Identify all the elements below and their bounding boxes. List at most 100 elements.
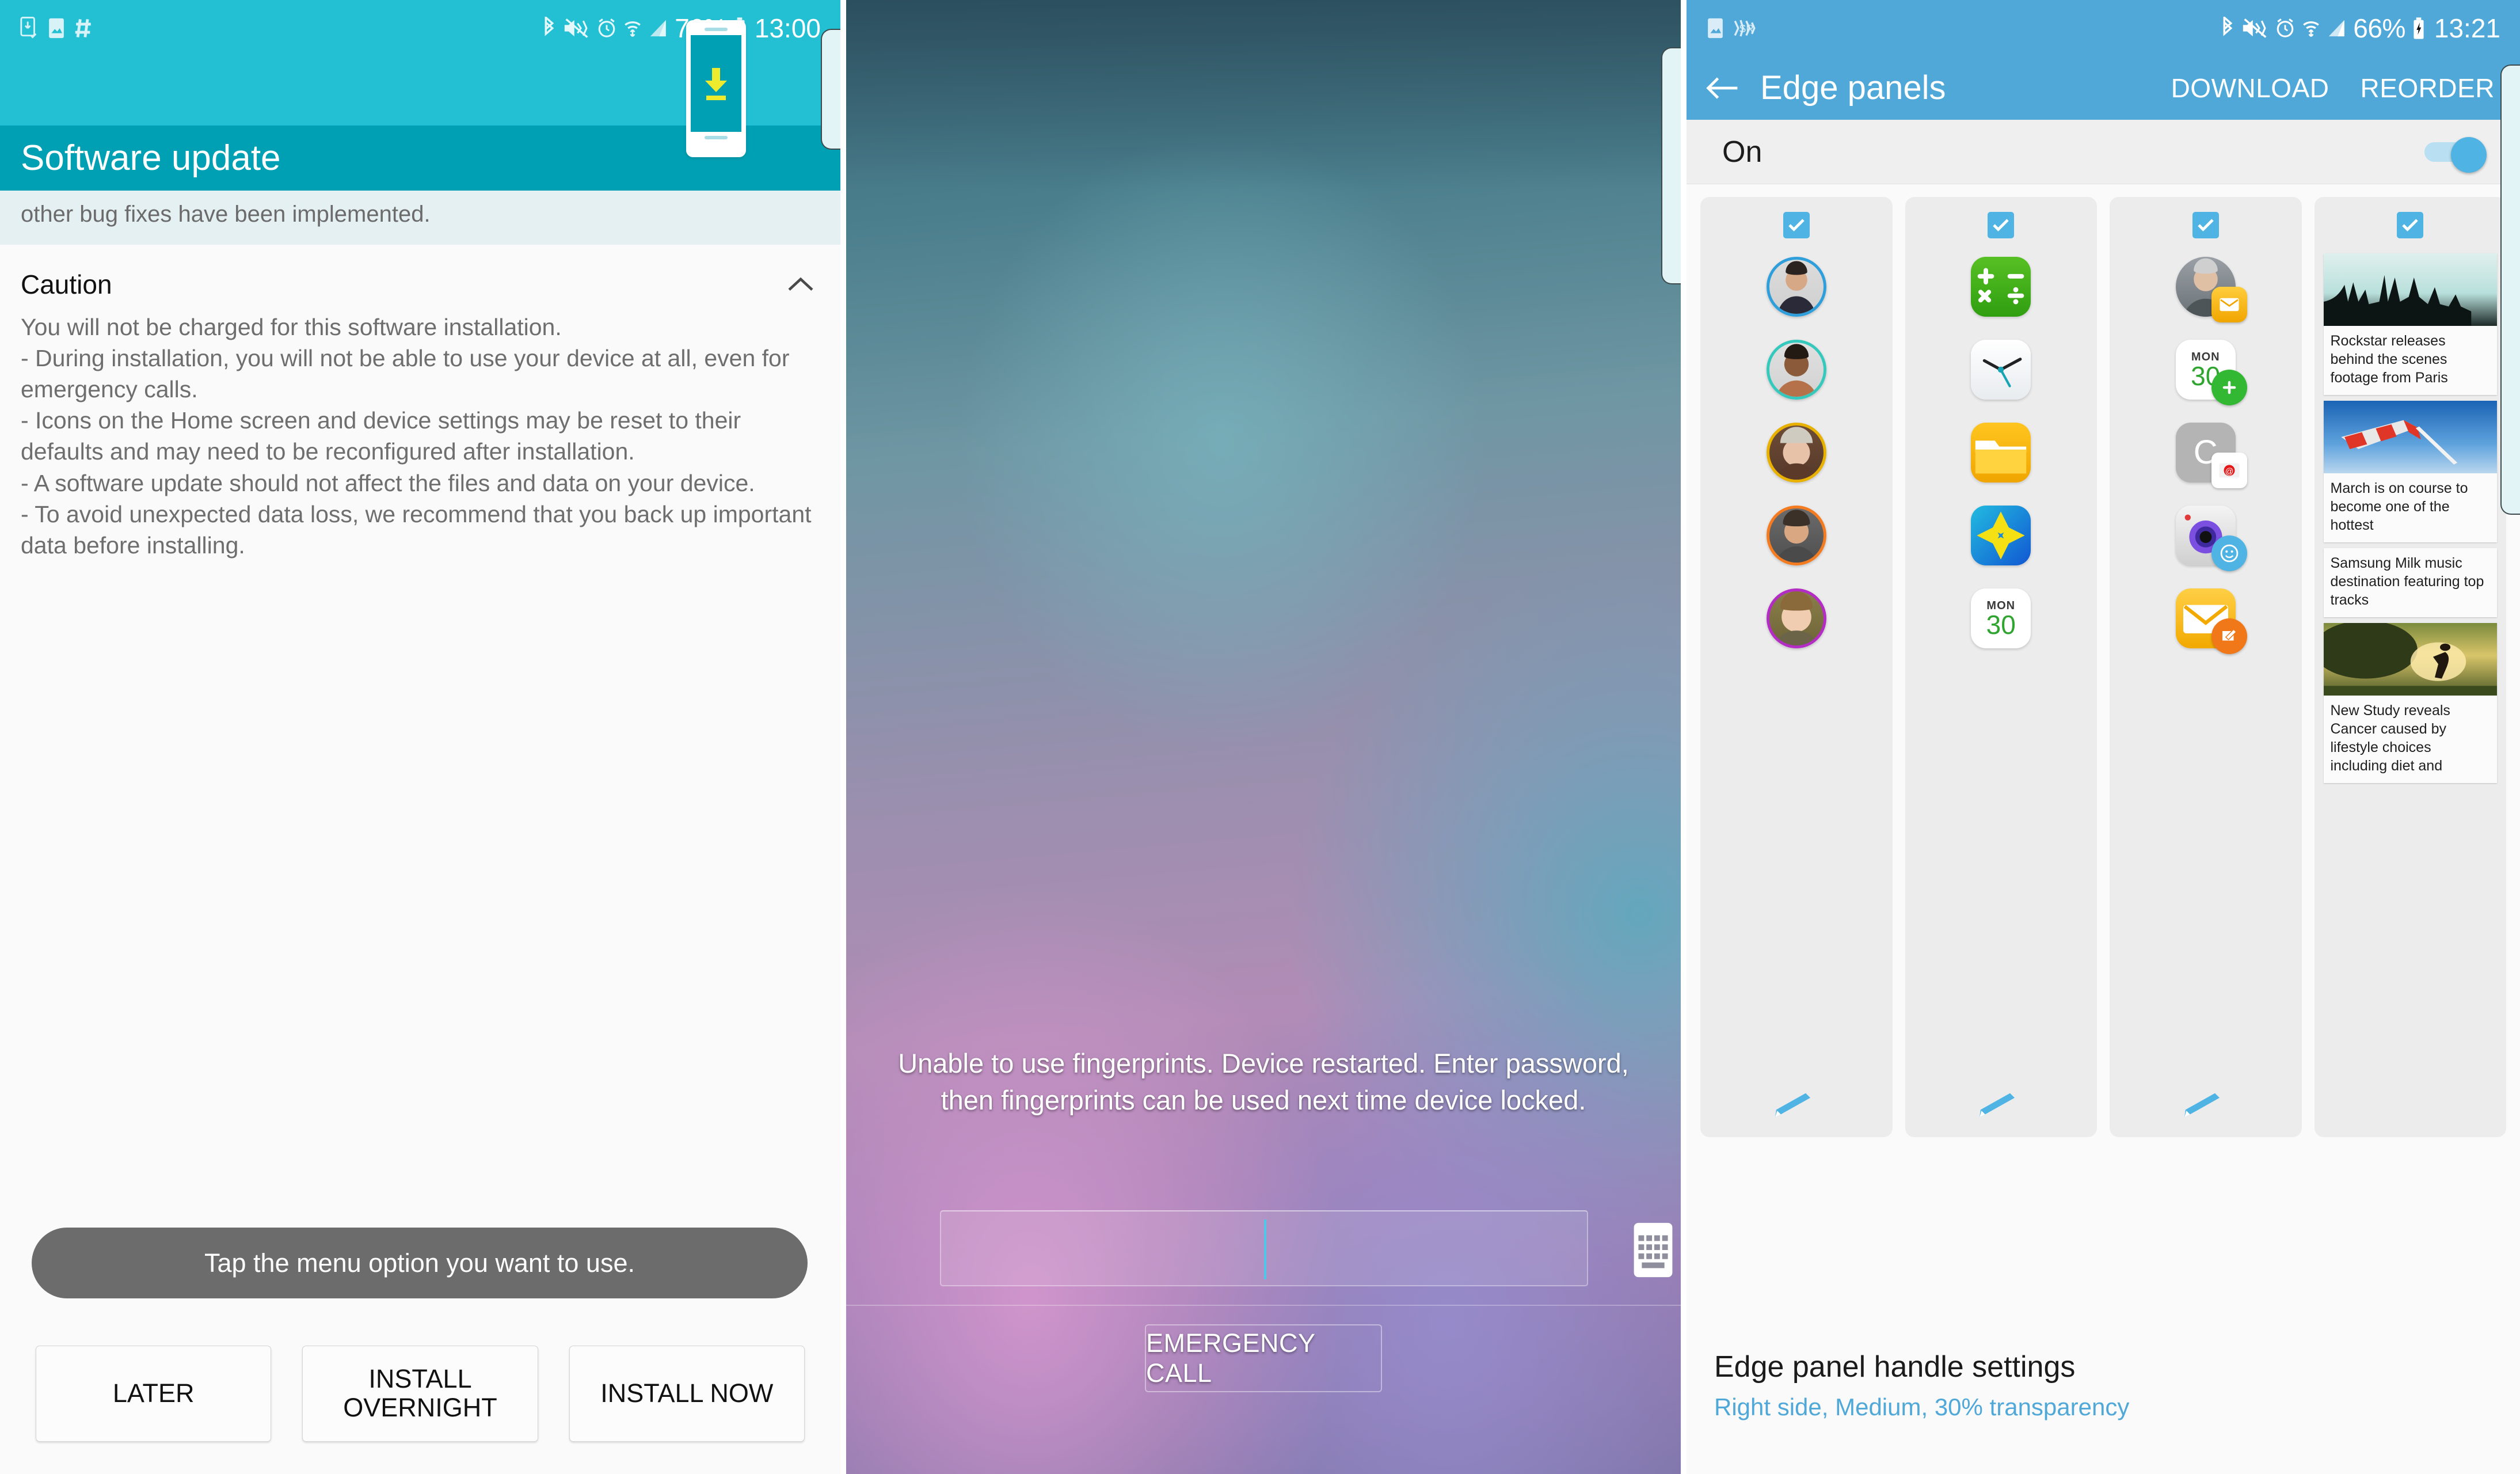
appbar-actions: DOWNLOAD REORDER xyxy=(2171,73,2500,104)
install-overnight-button[interactable]: INSTALL OVERNIGHT xyxy=(302,1345,538,1442)
download-arrow-icon xyxy=(705,68,727,101)
pencil-icon[interactable] xyxy=(1773,1091,1819,1121)
news-item[interactable]: New Study reveals Cancer caused by lifes… xyxy=(2323,623,2497,783)
text-caret xyxy=(1264,1220,1266,1279)
contact-avatar-4[interactable] xyxy=(1766,506,1826,565)
charging-battery-icon xyxy=(2414,17,2424,39)
contact-avatar-3[interactable] xyxy=(1766,423,1826,483)
compose-badge-icon xyxy=(2211,618,2247,654)
handle-settings-title: Edge panel handle settings xyxy=(1714,1350,2076,1384)
alarm-icon xyxy=(598,18,615,37)
checkbox-checked-icon[interactable] xyxy=(2397,212,2424,238)
battery-percent-label: 66% xyxy=(2353,13,2405,43)
wifi-icon xyxy=(2303,21,2320,37)
news-edge-items: Rockstar releases behind the scenes foot… xyxy=(2315,238,2507,789)
contact-avatar-2[interactable] xyxy=(1766,340,1826,400)
my-files-icon[interactable] xyxy=(1971,423,2031,483)
panel-lock-screen: Unable to use fingerprints. Device resta… xyxy=(846,0,1681,1474)
contact-avatar-6[interactable] xyxy=(2175,257,2247,322)
edge-panel-cards-grid: MON 30 MON 30 C @ Rockstar releases behi… xyxy=(1687,184,2520,1137)
svg-text:SR: SR xyxy=(1739,23,1753,35)
caution-heading: Caution xyxy=(21,269,112,299)
phone-home-button xyxy=(705,136,728,139)
pencil-icon[interactable] xyxy=(1978,1091,2024,1121)
news-headline: Rockstar releases behind the scenes foot… xyxy=(2330,333,2448,386)
edge-panel-handle[interactable] xyxy=(1661,47,1681,284)
image-saved-icon xyxy=(49,18,64,38)
software-update-actions: LATER INSTALL OVERNIGHT INSTALL NOW xyxy=(0,1313,840,1474)
edge-panel-handle-settings[interactable]: Edge panel handle settings Right side, M… xyxy=(1687,1329,2520,1474)
phone-screen xyxy=(691,35,741,132)
software-update-hero: 76% 13:00 xyxy=(0,0,840,157)
gallery-icon[interactable] xyxy=(1971,506,2031,565)
news-item[interactable]: March is on course to become one of the … xyxy=(2323,401,2497,542)
clock-icon[interactable] xyxy=(1971,340,2031,400)
contact-avatar-5[interactable] xyxy=(1766,588,1826,648)
status-bar-right-icons: 66% 13:21 xyxy=(2220,15,2500,41)
edge-panels-switch[interactable] xyxy=(2424,136,2487,173)
mute-vibrate-icon xyxy=(565,18,588,38)
keyboard-icon[interactable] xyxy=(1626,1218,1681,1282)
news-headline: Samsung Milk music destination featuring… xyxy=(2330,555,2484,608)
people-edge-items xyxy=(1700,249,1893,1137)
install-now-button[interactable]: INSTALL NOW xyxy=(569,1345,805,1442)
phone-speaker xyxy=(705,28,728,31)
checkbox-checked-icon[interactable] xyxy=(2192,212,2219,238)
signal-icon xyxy=(650,20,667,36)
edge-panel-card-news[interactable]: Rockstar releases behind the scenes foot… xyxy=(2314,197,2507,1137)
windsock-photo xyxy=(2323,401,2497,473)
alarm-icon xyxy=(2277,18,2294,37)
edge-panel-card-tasks[interactable]: MON 30 C @ xyxy=(2110,197,2302,1137)
wifi-icon xyxy=(625,21,641,37)
calculator-icon[interactable] xyxy=(1971,257,2031,317)
email-icon[interactable] xyxy=(2175,588,2247,654)
edge-panel-handle[interactable] xyxy=(821,29,840,150)
download-button[interactable]: DOWNLOAD xyxy=(2171,73,2329,104)
at-mail-badge-icon: @ xyxy=(2211,453,2247,488)
edge-panel-card-people[interactable] xyxy=(1700,197,1893,1137)
runner-sunset-photo xyxy=(2323,623,2497,696)
pencil-icon[interactable] xyxy=(2183,1091,2229,1121)
status-bar-left-icons: SR xyxy=(1706,17,1757,40)
news-item[interactable]: Rockstar releases behind the scenes foot… xyxy=(2323,253,2497,395)
checkbox-checked-icon[interactable] xyxy=(1783,212,1810,238)
reorder-button[interactable]: REORDER xyxy=(2360,73,2495,104)
concert-crowd-photo xyxy=(2323,253,2497,326)
screen-capture-icon xyxy=(20,16,37,39)
calendar-icon[interactable]: MON 30 xyxy=(2175,340,2247,405)
caution-body-text: You will not be charged for this softwar… xyxy=(21,314,812,559)
news-headline: March is on course to become one of the … xyxy=(2330,480,2468,533)
news-item[interactable]: Samsung Milk music destination featuring… xyxy=(2323,548,2497,617)
page-title: Software update xyxy=(21,138,281,178)
panel-divider-1 xyxy=(840,0,846,1474)
contacts-letter-icon[interactable]: C @ xyxy=(2175,423,2247,488)
edge-panels-toggle-row[interactable]: On xyxy=(1687,120,2520,184)
panel-software-update: 76% 13:00 Software update oth xyxy=(0,0,840,1474)
checkbox-checked-icon[interactable] xyxy=(1988,212,2015,238)
later-button[interactable]: LATER xyxy=(36,1345,272,1442)
email-badge-icon xyxy=(2211,287,2247,322)
edge-panels-appbar: Edge panels DOWNLOAD REORDER xyxy=(1687,56,2520,120)
hashtag-icon xyxy=(75,18,91,37)
password-input[interactable] xyxy=(940,1210,1588,1286)
signal-icon xyxy=(2329,20,2345,36)
emergency-call-button[interactable]: EMERGENCY CALL xyxy=(1145,1324,1382,1392)
status-bar-right-icons: 76% 13:00 xyxy=(542,15,821,41)
caution-section-header[interactable]: Caution xyxy=(0,245,840,307)
clock-label: 13:00 xyxy=(754,13,821,43)
back-arrow-icon[interactable] xyxy=(1706,75,1746,101)
news-headline: New Study reveals Cancer caused by lifes… xyxy=(2330,702,2450,774)
bluetooth-icon xyxy=(2223,16,2233,36)
edge-panel-handle[interactable] xyxy=(2500,64,2520,515)
release-notes-excerpt: other bug fixes have been implemented. xyxy=(0,191,840,245)
calendar-icon[interactable]: MON 30 xyxy=(1971,588,2031,648)
status-bar-left-icons xyxy=(20,16,93,40)
news-checkbox-wrap xyxy=(2397,197,2424,238)
fingerprint-message: Unable to use fingerprints. Device resta… xyxy=(898,1048,1629,1115)
switch-knob xyxy=(2451,136,2487,173)
camera-icon[interactable] xyxy=(2175,506,2247,571)
contact-avatar-1[interactable] xyxy=(1766,257,1826,317)
image-saved-icon xyxy=(1708,18,1723,38)
chevron-up-icon[interactable] xyxy=(787,276,814,293)
edge-panel-card-apps[interactable]: MON 30 xyxy=(1905,197,2097,1137)
